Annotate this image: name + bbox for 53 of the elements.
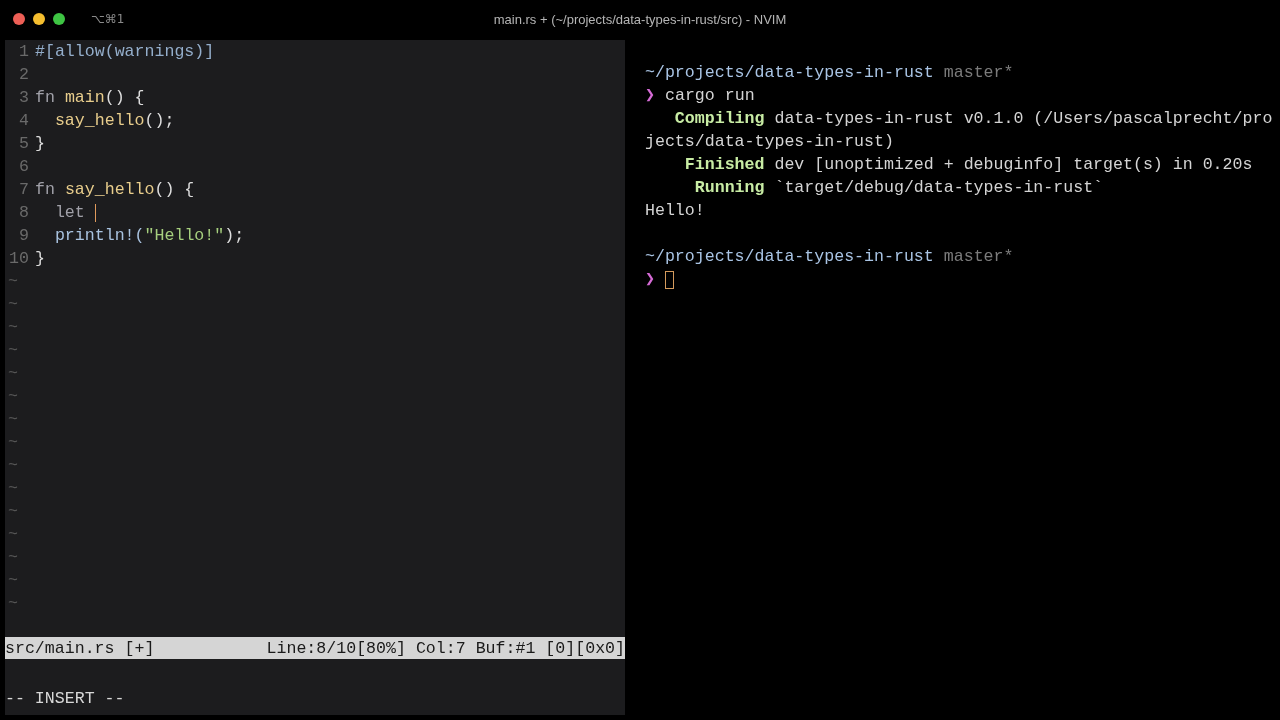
empty-line-marker: ~ <box>7 570 18 592</box>
cursor-position: Line:8/10[80%] Col:7 Buf:#1 [0][0x0] <box>266 638 625 658</box>
line-number: 2 <box>18 64 29 86</box>
output-line: jects/data-types-in-rust) <box>645 131 894 153</box>
prompt-symbol: ❯ <box>645 85 655 107</box>
empty-line-marker: ~ <box>7 363 18 385</box>
empty-line-marker: ~ <box>7 547 18 569</box>
empty-line-marker: ~ <box>7 386 18 408</box>
line-number: 7 <box>18 179 29 201</box>
empty-line-marker: ~ <box>7 409 18 431</box>
line-number: 3 <box>18 87 29 109</box>
code-line: let <box>53 202 86 224</box>
empty-line-marker: ~ <box>7 271 18 293</box>
empty-line-marker: ~ <box>7 432 18 454</box>
code-line: say_hello(); <box>53 110 175 132</box>
line-number: 6 <box>18 156 29 178</box>
line-number: 1 <box>18 41 29 63</box>
build-output-line: Compiling data-types-in-rust v0.1.0 (/Users/pascalprecht/pro <box>673 108 1273 130</box>
close-icon[interactable] <box>13 13 25 25</box>
empty-line-marker: ~ <box>7 455 18 477</box>
code-line: println!("Hello!"); <box>53 225 245 247</box>
code-line: } <box>35 248 45 270</box>
prompt-symbol: ❯ <box>645 269 655 291</box>
empty-line-marker: ~ <box>7 317 18 339</box>
empty-line-marker: ~ <box>7 340 18 362</box>
empty-line-marker: ~ <box>7 593 18 615</box>
build-output-line: Running `target/debug/data-types-in-rust` <box>693 177 1104 199</box>
line-number: 8 <box>18 202 29 224</box>
line-number: 4 <box>18 110 29 132</box>
line-number: 9 <box>18 225 29 247</box>
build-output-line: Finished dev [unoptimized + debuginfo] target(s) in 0.20s <box>683 154 1253 176</box>
code-line: fn main() { <box>35 87 145 109</box>
git-branch: master* <box>943 62 1014 84</box>
output-line: Hello! <box>645 200 705 222</box>
maximize-icon[interactable] <box>53 13 65 25</box>
empty-line-marker: ~ <box>7 478 18 500</box>
window-title: main.rs + (~/projects/data-types-in-rust/src) - NVIM <box>493 11 787 27</box>
empty-line-marker: ~ <box>7 501 18 523</box>
prompt-path: ~/projects/data-types-in-rust <box>645 62 934 84</box>
mode-indicator: -- INSERT -- <box>5 688 125 708</box>
file-name: src/main.rs [+] <box>5 638 155 658</box>
git-branch: master* <box>943 246 1014 268</box>
prompt-path: ~/projects/data-types-in-rust <box>645 246 934 268</box>
line-number: 5 <box>18 133 29 155</box>
line-number: 10 <box>8 248 29 270</box>
code-line: fn say_hello() { <box>35 179 195 201</box>
minimize-icon[interactable] <box>33 13 45 25</box>
code-line: #[allow(warnings)] <box>35 41 215 63</box>
empty-line-marker: ~ <box>7 524 18 546</box>
empty-line-marker: ~ <box>7 294 18 316</box>
code-line: } <box>35 133 45 155</box>
command-text: cargo run <box>665 85 755 107</box>
window-shortcut: ⌥⌘1 <box>91 12 125 26</box>
